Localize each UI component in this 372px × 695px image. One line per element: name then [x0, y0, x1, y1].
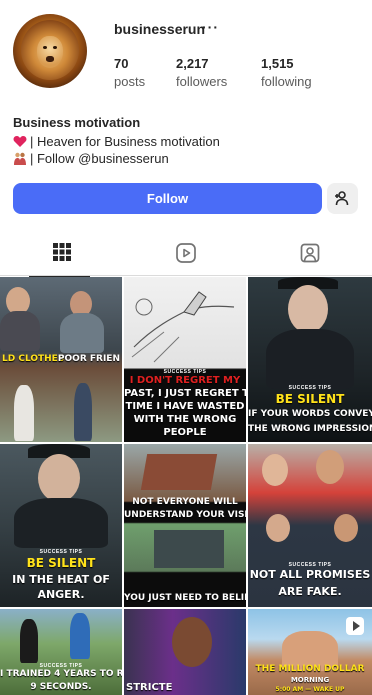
lion-nose: [46, 56, 54, 62]
tab-posts[interactable]: [0, 232, 124, 277]
post-caption: I DON'T REGRET MY: [124, 375, 246, 387]
bio-line: | Follow @businesserun: [13, 150, 363, 167]
followers-count[interactable]: 2,217 followers: [176, 56, 227, 89]
person-head: [172, 617, 212, 667]
bio-text: | Heaven for Business motivation: [30, 134, 220, 149]
person-head: [262, 454, 288, 486]
stat-number: 2,217: [176, 56, 209, 71]
post-watermark: SUCCESS TIPS: [39, 549, 83, 555]
suggested-users-button[interactable]: [327, 183, 358, 214]
reels-icon: [176, 243, 196, 263]
person-head: [334, 514, 358, 542]
person-head: [288, 285, 328, 333]
tagged-icon: [300, 243, 320, 263]
following-count[interactable]: 1,515 following: [261, 56, 312, 89]
person-body: [266, 329, 354, 389]
heart-icon: [13, 136, 27, 147]
post-caption: I TRAINED 4 YEARS TO RUN: [0, 669, 122, 679]
post-caption: TIME I HAVE WASTED: [125, 401, 245, 412]
post-caption: THE WRONG IMPRESSION: [248, 424, 372, 434]
username: businesserun: [114, 21, 206, 37]
bio-line: | Heaven for Business motivation: [13, 133, 363, 150]
person-body: [14, 385, 34, 441]
post-caption: IF YOUR WORDS CONVEY: [248, 409, 372, 419]
caption-highlight: I DON'T REGRET MY: [129, 375, 241, 386]
stat-label: posts: [114, 74, 146, 89]
post-thumbnail[interactable]: LD CLOTHES POOR FRIEN: [0, 277, 122, 442]
runner-figure: [20, 619, 38, 663]
lion-eye: [43, 46, 47, 49]
post-thumbnail[interactable]: SUCCESS TIPS BE SILENT IF YOUR WORDS CON…: [248, 277, 372, 442]
post-caption: NOT EVERYONE WILL: [132, 497, 238, 507]
person-body: [14, 498, 108, 548]
person-body: [0, 311, 40, 351]
post-caption: POOR FRIEN: [57, 354, 120, 364]
stat-number: 70: [114, 56, 129, 71]
post-caption: ARE FAKE.: [278, 585, 342, 598]
post-caption: MORNING: [290, 676, 330, 684]
avatar[interactable]: [13, 14, 87, 88]
person-head: [316, 450, 344, 484]
house-structure: [154, 530, 224, 568]
more-options-icon[interactable]: ···: [202, 19, 219, 35]
post-caption: THE MILLION DOLLAR: [255, 664, 365, 674]
post-caption: YOU JUST NEED TO BELIEVE: [124, 593, 246, 603]
tab-reels[interactable]: [124, 232, 248, 276]
house-structure: [140, 454, 218, 490]
post-caption: ANGER.: [37, 588, 85, 601]
person-head: [38, 454, 80, 502]
lion-face: [37, 36, 63, 68]
post-thumbnail[interactable]: SUCCESS TIPS I TRAINED 4 YEARS TO RUN 9 …: [0, 609, 122, 695]
add-person-icon: [335, 191, 349, 206]
bio: Business motivation | Heaven for Busines…: [13, 114, 363, 167]
post-thumbnail[interactable]: SUCCESS TIPS BE SILENT IN THE HEAT OF AN…: [0, 444, 122, 607]
runner-figure: [70, 613, 90, 659]
post-watermark: SUCCESS TIPS: [288, 385, 332, 391]
post-thumbnail[interactable]: SUCCESS TIPS NOT ALL PROMISES ARE FAKE.: [248, 444, 372, 607]
stat-number: 1,515: [261, 56, 294, 71]
post-caption: WITH THE WRONG: [133, 414, 237, 425]
posts-count: 70 posts: [114, 56, 145, 89]
post-thumbnail[interactable]: SUCCESS TIPS I DON'T REGRET MY PAST, I J…: [124, 277, 246, 442]
people-hugging-icon: [14, 152, 26, 165]
sketch-illustration: [131, 291, 235, 363]
post-thumbnail[interactable]: NOT EVERYONE WILL UNDERSTAND YOUR VISION…: [124, 444, 246, 607]
bio-text: | Follow @businesserun: [30, 151, 169, 166]
person-head: [266, 514, 290, 542]
post-caption: PAST, I JUST REGRET THE: [124, 388, 246, 399]
post-caption: UNDERSTAND YOUR VISION: [124, 510, 246, 520]
follow-button[interactable]: Follow: [13, 183, 322, 214]
post-caption: 5:00 AM — WAKE UP: [275, 686, 345, 693]
person-body: [74, 383, 92, 441]
grid-icon: [53, 243, 71, 261]
post-caption: BE SILENT: [26, 556, 96, 570]
post-caption: IN THE HEAT OF: [12, 573, 110, 586]
reel-indicator-icon: [346, 617, 364, 635]
post-caption: PEOPLE: [163, 427, 207, 438]
profile-header: businesserun ··· 70 posts 2,217 follower…: [0, 0, 372, 110]
lion-eye: [53, 46, 57, 49]
post-caption: BE SILENT: [275, 392, 345, 406]
bio-name: Business motivation: [13, 115, 141, 130]
stat-label: following: [261, 74, 312, 89]
person-body: [60, 313, 104, 353]
tab-tagged[interactable]: [248, 232, 372, 276]
post-thumbnail[interactable]: STRICTE: [124, 609, 246, 695]
stat-label: followers: [176, 74, 228, 89]
post-caption: 9 SECONDS.: [30, 682, 92, 692]
post-thumbnail[interactable]: THE MILLION DOLLAR MORNING 5:00 AM — WAK…: [248, 609, 372, 695]
profile-tabs: [0, 232, 372, 277]
post-caption: STRICTE: [126, 682, 173, 693]
post-caption: NOT ALL PROMISES: [249, 568, 371, 581]
posts-grid: LD CLOTHES POOR FRIEN SUCCESS TIPS I DON…: [0, 277, 372, 695]
